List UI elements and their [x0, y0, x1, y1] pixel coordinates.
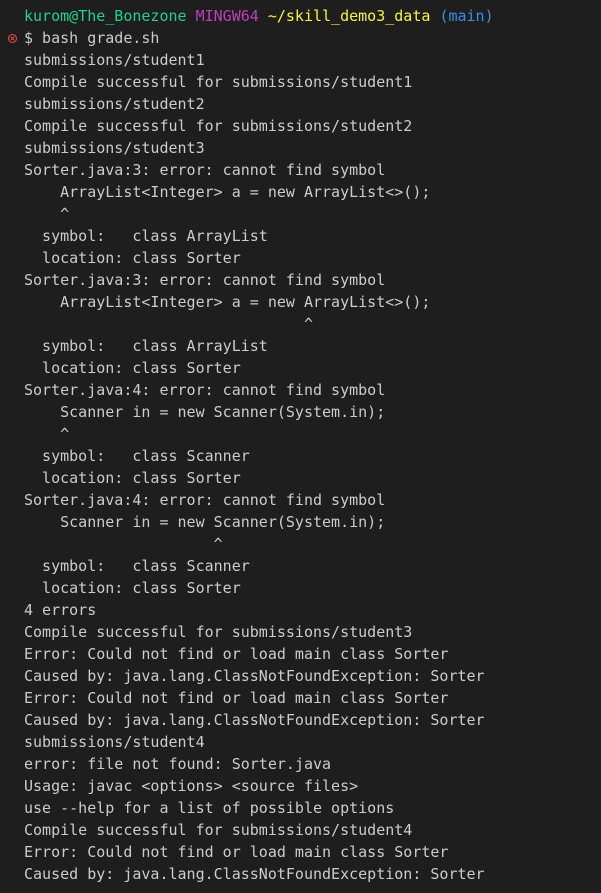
prompt-line: kurom@The_Bonezone MINGW64 ~/skill_demo3…: [24, 5, 494, 27]
output-line: Sorter.java:4: error: cannot find symbol: [24, 381, 386, 399]
output-line: Sorter.java:3: error: cannot find symbol: [24, 271, 386, 289]
output-line: Caused by: java.lang.ClassNotFoundExcept…: [24, 865, 485, 883]
output-line: submissions/student1: [24, 51, 205, 69]
output-line: ArrayList<Integer> a = new ArrayList<>()…: [24, 183, 431, 201]
output-line: symbol: class Scanner: [24, 447, 250, 465]
output-line: Caused by: java.lang.ClassNotFoundExcept…: [24, 711, 485, 729]
output-line: Compile successful for submissions/stude…: [24, 623, 413, 641]
output-line: Caused by: java.lang.ClassNotFoundExcept…: [24, 667, 485, 685]
prompt-branch: (main): [439, 7, 494, 25]
output-line: Error: Could not find or load main class…: [24, 843, 449, 861]
output-line: symbol: class ArrayList: [24, 337, 268, 355]
output-line: Sorter.java:4: error: cannot find symbol: [24, 491, 386, 509]
terminal-window[interactable]: kurom@The_Bonezone MINGW64 ~/skill_demo3…: [0, 0, 601, 893]
output-line: ^: [24, 315, 313, 333]
output-line: Scanner in = new Scanner(System.in);: [24, 403, 386, 421]
output-line: location: class Sorter: [24, 359, 241, 377]
output-line: submissions/student4: [24, 733, 205, 751]
output-line: Sorter.java:3: error: cannot find symbol: [24, 161, 386, 179]
output-line: Scanner in = new Scanner(System.in);: [24, 513, 386, 531]
output-line: Compile successful for submissions/stude…: [24, 821, 413, 839]
output-line: Compile successful for submissions/stude…: [24, 73, 413, 91]
output-line: 4 errors: [24, 601, 97, 619]
prompt-env: MINGW64: [195, 7, 259, 25]
output-line: location: class Sorter: [24, 249, 241, 267]
output-line: ^: [24, 535, 223, 553]
output-line: Error: Could not find or load main class…: [24, 689, 449, 707]
prompt-user: kurom@The_Bonezone: [24, 7, 187, 25]
output-line: submissions/student2: [24, 95, 205, 113]
output-line: submissions/student3: [24, 139, 205, 157]
output-line: symbol: class ArrayList: [24, 227, 268, 245]
command-line: $ bash grade.sh: [24, 29, 160, 47]
output-line: use --help for a list of possible option…: [24, 799, 395, 817]
output-line: Error: Could not find or load main class…: [24, 645, 449, 663]
output-line: Compile successful for submissions/stude…: [24, 117, 413, 135]
output-line: symbol: class Scanner: [24, 557, 250, 575]
prompt-path: ~/skill_demo3_data: [267, 7, 431, 25]
output-line: Usage: javac <options> <source files>: [24, 777, 359, 795]
output-line: error: file not found: Sorter.java: [24, 755, 332, 773]
output-line: location: class Sorter: [24, 469, 241, 487]
output-line: ^: [24, 205, 70, 223]
output-line: ArrayList<Integer> a = new ArrayList<>()…: [24, 293, 431, 311]
output-line: location: class Sorter: [24, 579, 241, 597]
output-line: ^: [24, 425, 70, 443]
command-error-icon[interactable]: [8, 34, 17, 43]
